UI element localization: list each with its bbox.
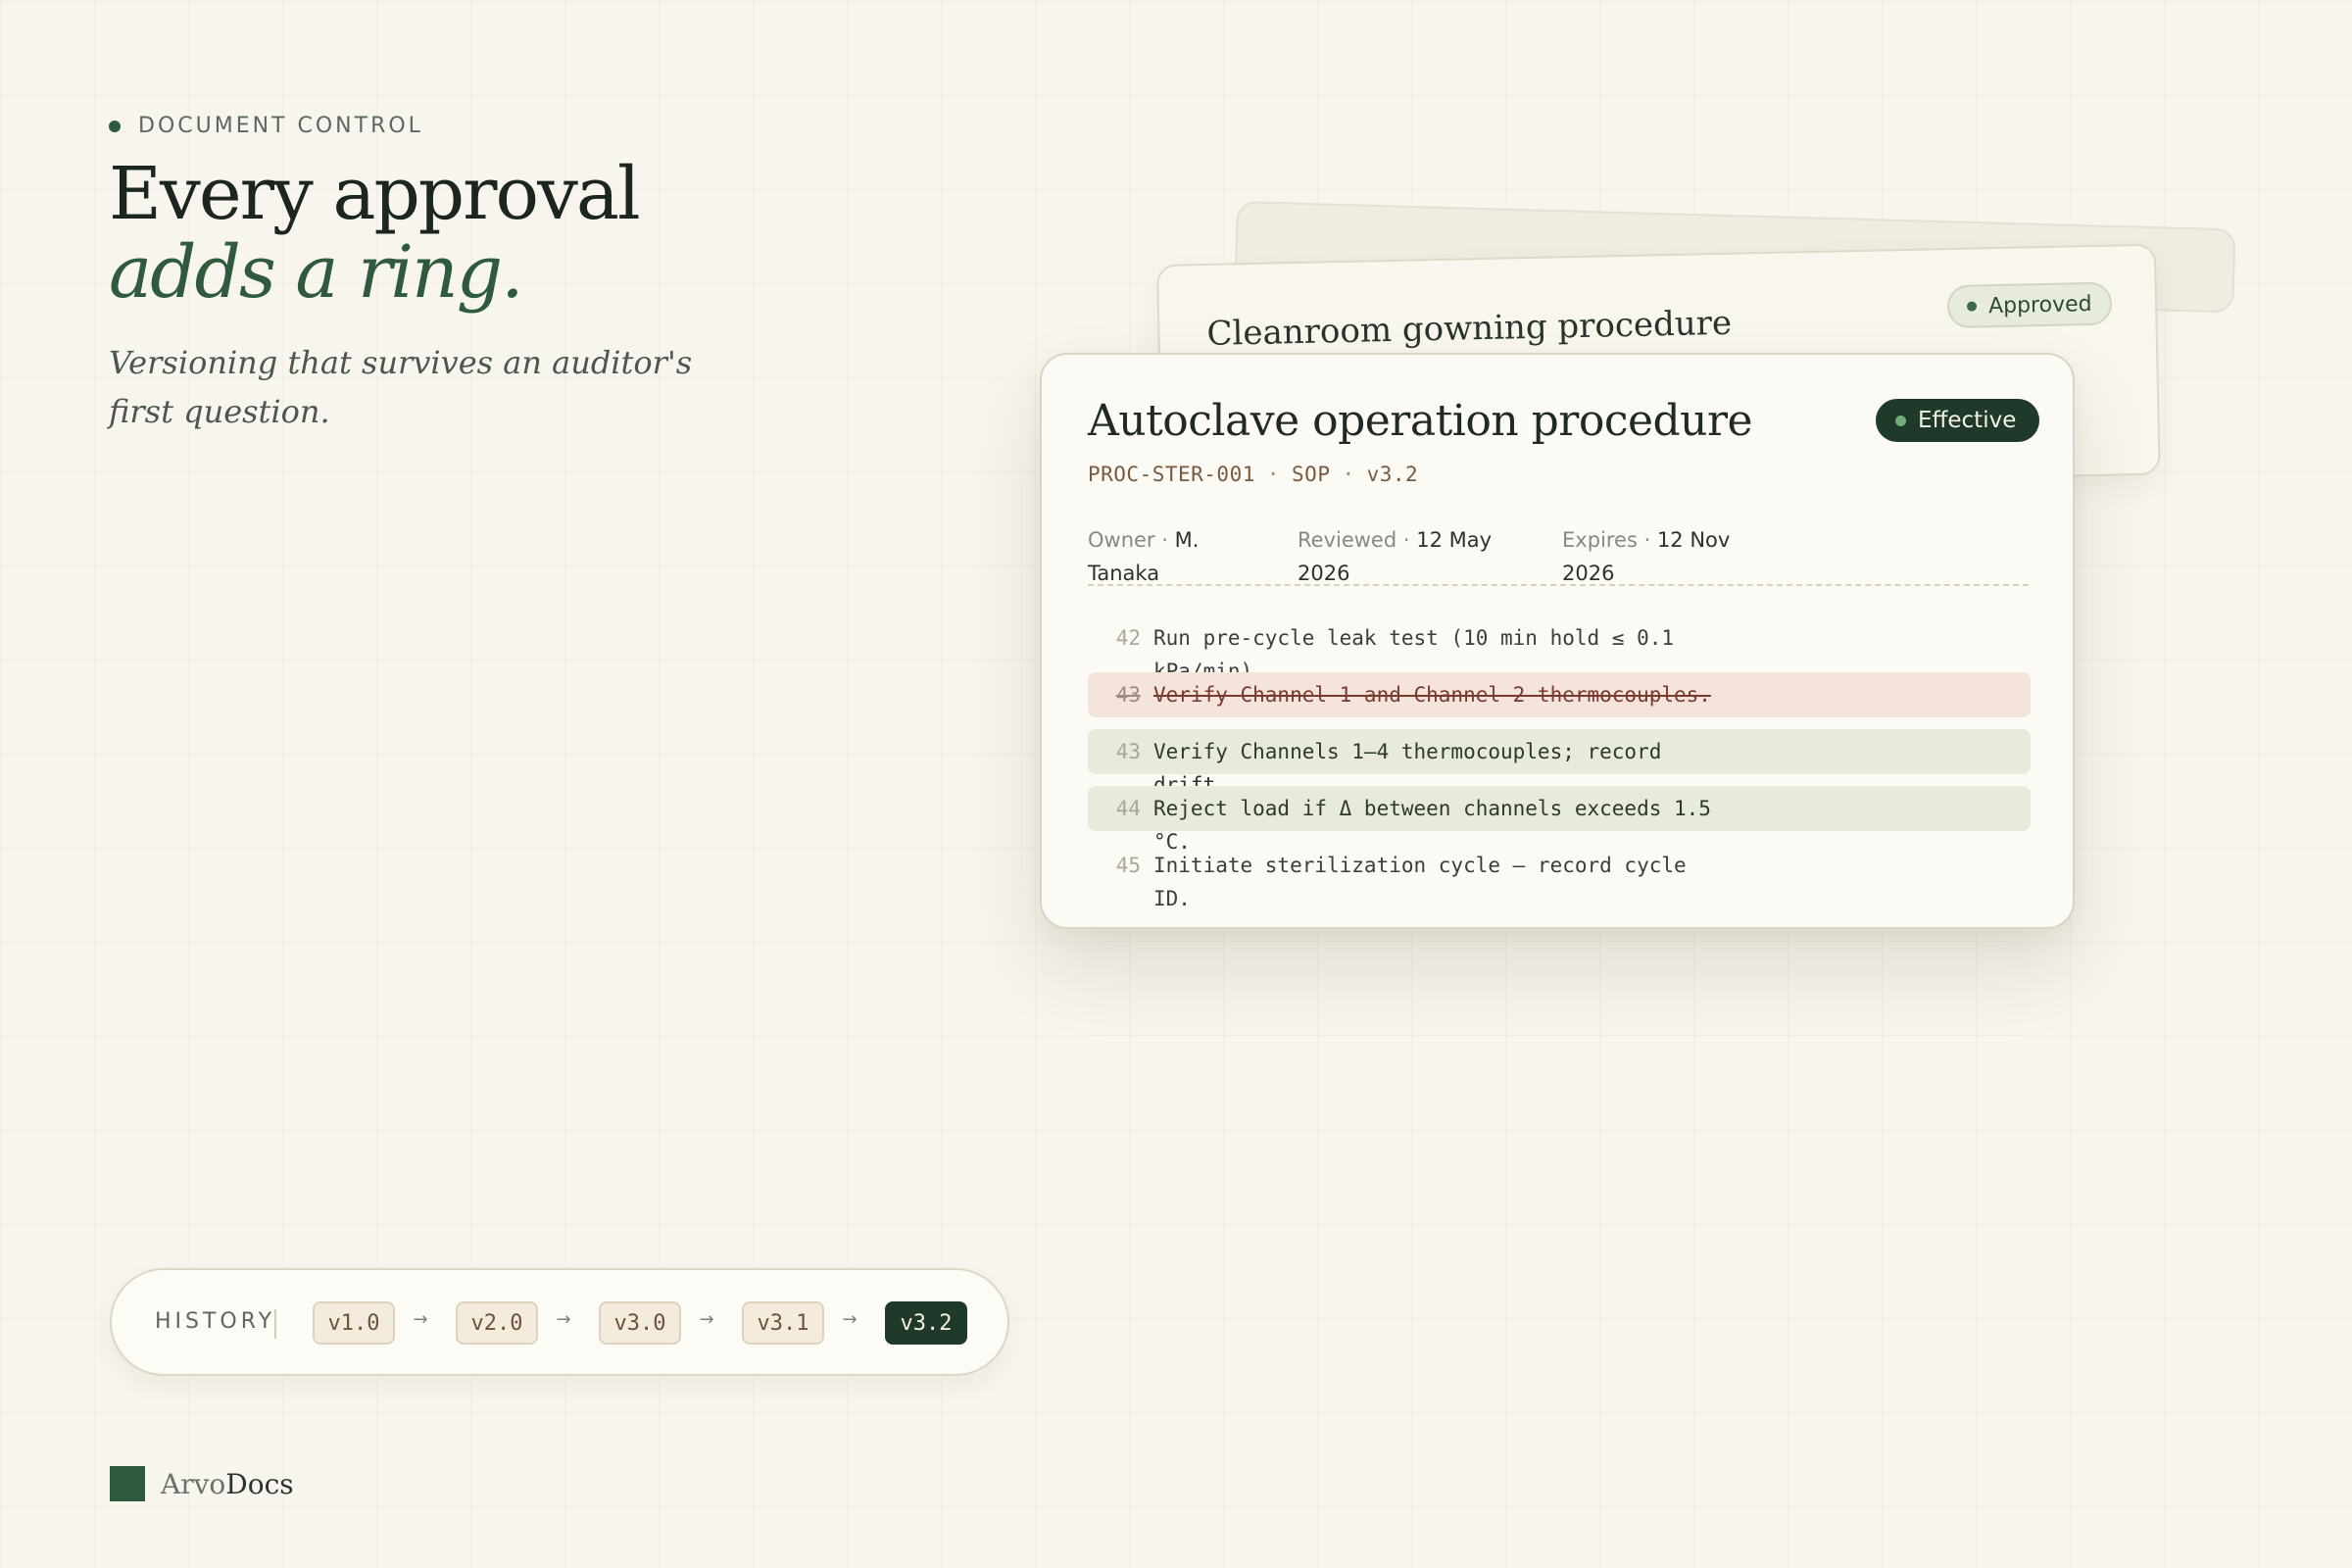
meta-separator: · <box>1342 463 1355 486</box>
brand-name-part-1: Arvo <box>161 1467 226 1500</box>
document-identifier: PROC-STER-001 · SOP · v3.2 <box>1088 463 1418 486</box>
status-badge-approved: Approved <box>1946 281 2113 329</box>
headline-line-2: adds a ring. <box>109 230 524 315</box>
status-badge-effective: Effective <box>1876 399 2040 442</box>
diff-line-unchanged: 45 Initiate sterilization cycle — record… <box>1088 843 2031 910</box>
brand-logo[interactable]: ArvoDocs <box>110 1466 294 1501</box>
document-card-autoclave[interactable]: Autoclave operation procedure Effective … <box>1040 353 2075 929</box>
reviewed-field: Reviewed · 12 May 2026 <box>1298 523 1503 590</box>
subhead: Versioning that survives an auditor's fi… <box>109 344 693 430</box>
headline: Every approval adds a ring. <box>109 152 641 315</box>
version-history: HISTORY v1.0 → v2.0 → v3.0 → v3.1 → v3.2 <box>110 1268 1009 1376</box>
expires-label: Expires · <box>1562 528 1651 552</box>
eyebrow: DOCUMENT CONTROL <box>109 114 423 138</box>
meta-separator: · <box>1266 463 1281 486</box>
line-number: 43 <box>1115 740 1141 763</box>
status-label: Approved <box>1987 291 2092 318</box>
history-label: HISTORY <box>155 1309 276 1334</box>
line-number: 45 <box>1115 854 1141 877</box>
diff-line-added: 43 Verify Channels 1–4 thermocouples; re… <box>1088 729 2031 797</box>
line-text: Initiate sterilization cycle — record cy… <box>1153 854 1687 910</box>
document-metadata: Owner · M. Tanaka Reviewed · 12 May 2026… <box>1088 523 2029 586</box>
document-type: SOP <box>1292 463 1331 486</box>
card-title: Cleanroom gowning procedure <box>1206 303 1733 354</box>
document-title: Autoclave operation procedure <box>1088 396 1753 446</box>
eyebrow-label: DOCUMENT CONTROL <box>138 114 423 138</box>
status-label: Effective <box>1918 408 2017 433</box>
diff-line-removed: 43 Verify Channel-1 and Channel-2 thermo… <box>1088 672 2031 717</box>
status-dot-icon <box>1895 415 1906 426</box>
history-divider <box>274 1309 276 1339</box>
arrow-right-icon: → <box>413 1309 428 1330</box>
owner-label: Owner · <box>1088 528 1168 552</box>
document-id: PROC-STER-001 <box>1088 463 1255 486</box>
document-version: v3.2 <box>1366 463 1419 486</box>
status-dot-icon <box>1966 301 1978 312</box>
brand-name-part-2: Docs <box>225 1467 294 1500</box>
arrow-right-icon: → <box>699 1309 714 1330</box>
arrow-right-icon: → <box>556 1309 571 1330</box>
diff-view: 42 Run pre-cycle leak test (10 min hold … <box>1088 615 2031 910</box>
version-chip-v2-0[interactable]: v2.0 <box>456 1301 538 1345</box>
diff-line-unchanged: 42 Run pre-cycle leak test (10 min hold … <box>1088 615 2031 683</box>
version-chip-v1-0[interactable]: v1.0 <box>313 1301 395 1345</box>
version-chip-v3-2-current[interactable]: v3.2 <box>885 1301 967 1345</box>
reviewed-label: Reviewed · <box>1298 528 1410 552</box>
line-number: 43 <box>1115 683 1141 707</box>
version-chip-v3-1[interactable]: v3.1 <box>742 1301 824 1345</box>
headline-line-1: Every approval <box>109 152 641 236</box>
arrow-right-icon: → <box>842 1309 858 1330</box>
version-chip-v3-0[interactable]: v3.0 <box>599 1301 681 1345</box>
brand-name: ArvoDocs <box>161 1468 294 1500</box>
line-number: 42 <box>1115 626 1141 650</box>
owner-field: Owner · M. Tanaka <box>1088 523 1205 590</box>
brand-mark-icon <box>110 1466 145 1501</box>
line-number: 44 <box>1115 797 1141 820</box>
diff-line-added: 44 Reject load if Δ between channels exc… <box>1088 786 2031 854</box>
expires-field: Expires · 12 Nov 2026 <box>1562 523 1748 590</box>
eyebrow-dot-icon <box>109 120 121 132</box>
line-text: Verify Channel-1 and Channel-2 thermocou… <box>1153 683 1711 707</box>
